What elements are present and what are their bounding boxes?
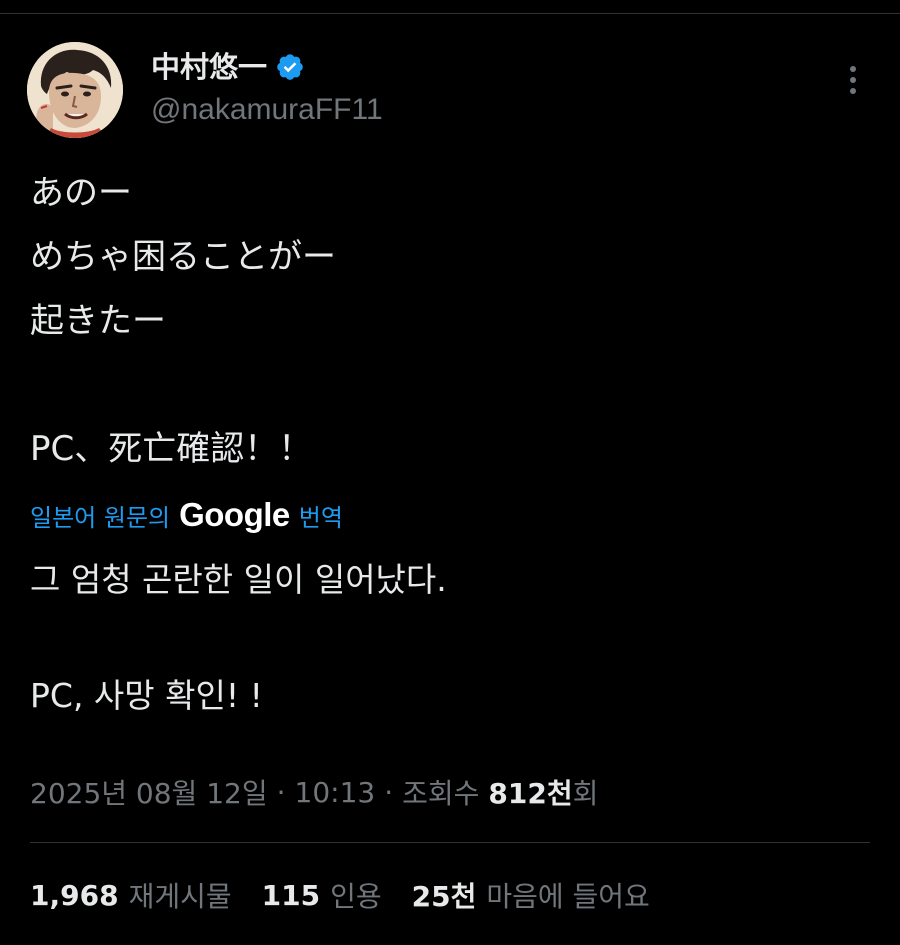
meta-separator: · xyxy=(276,775,286,809)
google-logo: Google xyxy=(179,496,290,533)
tweet-time[interactable]: 10:13 xyxy=(295,776,376,809)
verified-check-icon xyxy=(277,54,303,80)
likes-stat[interactable]: 25천 마음에 들어요 xyxy=(412,875,650,915)
more-options-button[interactable] xyxy=(836,62,870,98)
quotes-label: 인용 xyxy=(330,880,382,913)
engagement-stats: 1,968 재게시물 115 인용 25천 마음에 들어요 xyxy=(30,873,680,917)
tweet-text: あのー めちゃ困ることがー 起きたー PC、死亡確認！！ xyxy=(30,173,336,469)
reposts-stat[interactable]: 1,968 재게시물 xyxy=(30,875,232,915)
likes-label: 마음에 들어요 xyxy=(486,880,650,913)
quotes-count: 115 xyxy=(261,878,321,912)
more-vertical-icon-dot xyxy=(850,77,856,83)
translation-attribution: 일본어 원문의 Google 번역 xyxy=(30,495,343,535)
display-name[interactable]: 中村悠一 xyxy=(151,48,267,86)
more-vertical-icon-dot xyxy=(850,88,856,94)
avatar-illustration xyxy=(27,42,123,138)
translated-text: 그 엄청 곤란한 일이 일어났다. PC, 사망 확인! ! xyxy=(30,560,447,715)
views-suffix: 회 xyxy=(572,777,599,810)
stats-divider xyxy=(30,842,870,843)
views-label: 조회수 xyxy=(402,777,480,810)
meta-separator: · xyxy=(384,775,394,809)
more-vertical-icon xyxy=(850,66,856,72)
translation-link[interactable]: 번역 xyxy=(299,498,343,533)
tweet-date[interactable]: 2025년 08월 12일 xyxy=(30,772,268,812)
avatar[interactable] xyxy=(27,42,123,138)
author-handle[interactable]: @nakamuraFF11 xyxy=(151,90,383,130)
likes-count: 25천 xyxy=(411,880,477,913)
views-count: 812천 xyxy=(488,777,573,810)
top-divider xyxy=(0,13,900,14)
reposts-count: 1,968 xyxy=(30,878,119,912)
quotes-stat[interactable]: 115 인용 xyxy=(262,875,382,915)
reposts-label: 재게시물 xyxy=(128,880,232,913)
author-name-row[interactable]: 中村悠一 xyxy=(151,48,305,86)
tweet-metadata: 2025년 08월 12일 · 10:13 · 조회수 812천 회 xyxy=(30,771,598,813)
translation-source-label: 일본어 원문의 xyxy=(30,503,171,532)
